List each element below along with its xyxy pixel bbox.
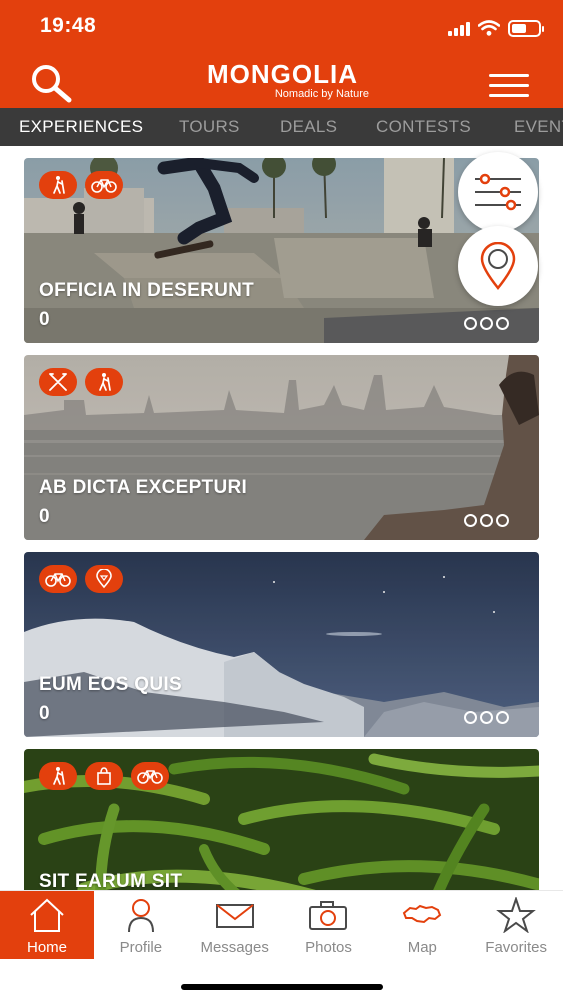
card-count: 0 <box>39 703 50 724</box>
battery-level <box>512 23 526 33</box>
nav-profile[interactable]: Profile <box>94 891 188 959</box>
logo-title: MONGOLIA <box>207 59 358 89</box>
star-icon <box>496 897 536 933</box>
tab-experiences[interactable]: EXPERIENCES <box>19 108 143 146</box>
tab-tours[interactable]: TOURS <box>179 108 240 146</box>
wifi-icon <box>478 20 500 36</box>
home-indicator <box>181 984 383 990</box>
card-category-icons <box>39 565 123 593</box>
tab-deals[interactable]: DEALS <box>280 108 337 146</box>
hamburger-menu-icon[interactable] <box>489 74 529 100</box>
card-title: AB DICTA EXCEPTURI <box>39 477 248 498</box>
experience-card[interactable]: EUM EOS QUIS 0 <box>24 552 539 737</box>
card-title: OFFICIA IN DESERUNT <box>39 280 255 301</box>
card-count: 0 <box>39 506 50 527</box>
restaurant-icon <box>39 368 77 396</box>
hiking-icon <box>39 171 77 199</box>
more-options-button[interactable] <box>464 317 509 330</box>
more-options-button[interactable] <box>464 711 509 724</box>
card-title: SIT EARUM SIT <box>39 871 183 890</box>
logo-subtitle: Nomadic by Nature <box>274 88 369 100</box>
hiking-icon <box>85 368 123 396</box>
card-title: EUM EOS QUIS <box>39 674 182 695</box>
home-icon <box>30 898 64 932</box>
bottom-navigation: Home Profile Messages Photos Map Favorit… <box>0 890 563 959</box>
mongolia-map-icon <box>403 904 442 924</box>
nav-home[interactable]: Home <box>0 891 94 959</box>
nav-messages[interactable]: Messages <box>188 891 282 959</box>
filter-sliders-icon <box>475 173 521 211</box>
map-view-button[interactable] <box>458 226 538 306</box>
status-indicators <box>448 18 544 38</box>
card-category-icons <box>39 368 123 396</box>
bicycle-icon <box>131 762 169 790</box>
envelope-icon <box>215 904 254 928</box>
tab-contests[interactable]: CONTESTS <box>376 108 471 146</box>
tab-events[interactable]: EVENTS <box>514 108 563 146</box>
experience-card[interactable]: SIT EARUM SIT <box>24 749 539 890</box>
more-options-button[interactable] <box>464 514 509 527</box>
filter-button[interactable] <box>458 152 538 232</box>
nav-label: Home <box>26 939 67 956</box>
camera-icon <box>309 901 348 930</box>
card-category-icons <box>39 762 169 790</box>
card-count: 0 <box>39 309 50 330</box>
battery-icon <box>508 19 544 37</box>
category-tabs: EXPERIENCES TOURS DEALS CONTESTS EVENTS <box>0 108 563 146</box>
bicycle-icon <box>39 565 77 593</box>
shopping-bag-icon <box>85 762 123 790</box>
nav-label: Photos <box>305 939 352 956</box>
nav-label: Profile <box>119 939 163 956</box>
cellular-signal-icon <box>448 21 470 36</box>
nav-label: Map <box>407 939 437 956</box>
map-pin-icon <box>480 242 516 290</box>
nav-favorites[interactable]: Favorites <box>469 891 563 959</box>
nav-label: Favorites <box>485 939 547 956</box>
app-header: 19:48 MONGOLIA Nomadic by Nature <box>0 0 563 108</box>
nav-photos[interactable]: Photos <box>281 891 375 959</box>
nav-label: Messages <box>200 939 269 956</box>
app-logo: MONGOLIA Nomadic by Nature <box>190 60 375 102</box>
search-button[interactable] <box>28 62 76 106</box>
search-icon <box>32 65 72 103</box>
experience-feed[interactable]: OFFICIA IN DESERUNT 0 AB DICTA EXCEPTURI… <box>0 146 563 890</box>
location-pin-icon <box>85 565 123 593</box>
card-category-icons <box>39 171 123 199</box>
app-screen: 19:48 MONGOLIA Nomadic by Nature EXPERIE… <box>0 0 563 1000</box>
status-time: 19:48 <box>40 14 97 37</box>
profile-icon <box>127 899 154 933</box>
experience-card[interactable]: AB DICTA EXCEPTURI 0 <box>24 355 539 540</box>
hiking-icon <box>39 762 77 790</box>
nav-map[interactable]: Map <box>375 891 469 959</box>
bicycle-icon <box>85 171 123 199</box>
